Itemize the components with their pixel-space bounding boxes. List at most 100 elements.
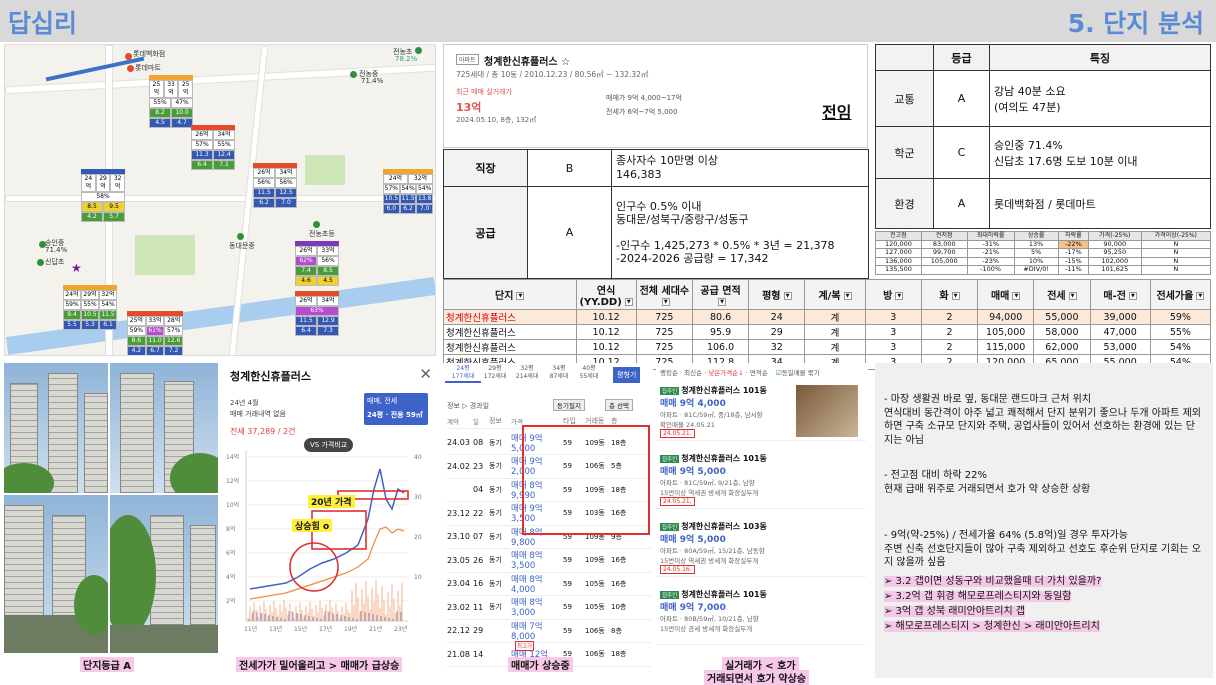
- map-label: 롯데마트: [135, 64, 161, 72]
- school-pin[interactable]: [37, 259, 44, 266]
- listing-card[interactable]: 집주인 청계한신휴플러스 101동 매매 9억 5,000 아파트 · 81C/59㎡…: [656, 451, 866, 509]
- sort-option[interactable]: 낮은가격순↓: [708, 369, 743, 377]
- table-row[interactable]: 청계한신휴플러스 10.12 725 80.6 24 계 3 2 94,000 55,000 39,…: [443, 309, 1212, 325]
- recent-price-label: 최근 매매 실거래가: [456, 88, 512, 96]
- compare-size-button[interactable]: 평형기: [613, 367, 641, 383]
- table-row[interactable]: 청계한신휴플러스 10.12 725 106.0 32 계 3 2 115,000 62,000 5…: [443, 339, 1212, 355]
- transaction-cell: 매매 8억 3,000: [511, 598, 543, 618]
- filter-dropdown-icon[interactable]: ▼: [895, 292, 904, 300]
- price-marker[interactable]: 26억 33억 62% 56% 7.4 8.5 4.6 4.5: [295, 241, 339, 286]
- transaction-row[interactable]: 23.05 26 동기 매매 8억 3,500 59 109동 16층: [447, 549, 651, 573]
- listing-tags: 확인매물 24.05.21: [660, 421, 715, 429]
- header-cell: 최대하락률: [966, 231, 1015, 241]
- transaction-row[interactable]: 22.12 29 매매 7억 8,000 59 106동 8층: [447, 619, 651, 643]
- listing-date: 24.05.16.: [660, 565, 695, 574]
- listing-thumbnail[interactable]: [796, 385, 858, 437]
- owner-tag: 집주인: [660, 523, 680, 531]
- filter-dropdown-icon[interactable]: ▼: [951, 292, 960, 300]
- caption-chart: 전세가가 밀어올리고 > 매매가 급상승: [236, 657, 403, 672]
- complex-info-card[interactable]: 아파트 청계한신휴플러스 ☆ 725세대 / 총 10동 / 2010.12.2…: [443, 44, 868, 148]
- school-pin[interactable]: [237, 233, 244, 240]
- x-tick-label: 11년: [244, 625, 257, 633]
- price-marker[interactable]: 24억 29억 32억 59% 55% 54% 9.4 10.5 11.5 5.5 5.3 6.…: [63, 285, 117, 330]
- x-tick-label: 13년: [269, 625, 282, 633]
- filter-dropdown-icon[interactable]: ▼: [783, 292, 792, 300]
- filter-dropdown-icon[interactable]: ▼: [843, 292, 852, 300]
- transaction-row[interactable]: 23.02 11 동기 매매 8억 3,000 59 105동 10층: [447, 596, 651, 620]
- star-icon: ★: [71, 261, 82, 275]
- chart-type-select[interactable]: 매매, 전세 24평 · 전용 59㎡: [364, 393, 428, 425]
- y-tick-label-right: 40: [414, 454, 422, 461]
- header-cell: 전체 세대수: [639, 285, 690, 297]
- filter-dropdown-icon[interactable]: ▼: [661, 297, 670, 306]
- complex-data-table: 단지 ▼ 연식(YY.DD) ▼ 전체 세대수▼ 공급 면적▼ 평형 ▼ 계/복 ▼ 방…: [443, 279, 1212, 370]
- chart-month: 24년 4월: [230, 399, 259, 407]
- price-marker[interactable]: 26억 34억 57% 55% 11.3 12.4 6.4 7.1: [191, 125, 235, 170]
- grade-table-left: 직장 B 종사자수 10만명 이상 146,383 공급 A 인구수 0.5% …: [443, 149, 869, 279]
- grade-cell: A: [933, 70, 990, 127]
- header-cell: 전세가율: [1156, 291, 1194, 302]
- tab-40[interactable]: 40평 55세대: [571, 365, 607, 381]
- sort-option[interactable]: 면적순: [750, 369, 768, 377]
- recent-price: 13억: [456, 101, 482, 114]
- park-area: [135, 235, 195, 275]
- max-price-badge: 최고가: [515, 640, 535, 651]
- tab-32[interactable]: 32평 214세대: [509, 365, 545, 381]
- filter-dropdown-icon[interactable]: ▼: [1196, 292, 1205, 300]
- transaction-cell: 23.05: [447, 555, 470, 565]
- transaction-cell: 8층: [611, 626, 622, 635]
- filter-dropdown-icon[interactable]: ▼: [1128, 292, 1137, 300]
- header-cell: 전세: [1047, 291, 1066, 302]
- filter-button[interactable]: 동기필지: [553, 399, 585, 411]
- sort-option[interactable]: 랭킹순: [660, 369, 678, 377]
- transaction-row[interactable]: 23.04 16 동기 매매 8억 4,000 59 105동 16층: [447, 572, 651, 596]
- area-map[interactable]: 롯데백화점 롯데마트 전농초 78.2% 전농중 71.4% 승인중 71.4%…: [4, 44, 436, 356]
- complex-title[interactable]: 청계한신휴플러스 ☆: [484, 53, 570, 68]
- transaction-cell: 16: [473, 579, 484, 588]
- transaction-cell: 동기: [489, 462, 502, 470]
- note-bullet: ➢ 3억 갭 성북 래미안아트리치 갭: [884, 606, 1026, 617]
- category-cell: 환경: [875, 178, 934, 229]
- tab-29[interactable]: 29평 172세대: [477, 365, 513, 381]
- table-row[interactable]: 청계한신휴플러스 10.12 725 95.9 29 계 3 2 105,000 58,000 47…: [443, 324, 1212, 340]
- caption-tx: 매매가 상승중: [508, 657, 573, 672]
- price-marker[interactable]: 25억 33억 28억 59% 61% 57% 8.6 11.0 12.6 4.2 6.7 7.…: [127, 311, 184, 355]
- map-pin[interactable]: [125, 53, 132, 60]
- sale-range: 매매가 9억 4,000~17억: [606, 94, 682, 102]
- school-pin[interactable]: [350, 71, 357, 78]
- table-header-row: 등급 특징: [875, 44, 1211, 71]
- school-pin[interactable]: [313, 221, 320, 228]
- school-pin[interactable]: [415, 47, 422, 54]
- filter-dropdown-icon[interactable]: ▼: [1012, 292, 1021, 300]
- filter-dropdown-icon[interactable]: ▼: [516, 292, 525, 300]
- price-marker[interactable]: 24억 29억 32억 58% 8.5 9.5 4.2 5.7: [81, 169, 126, 222]
- transaction-cell: 동기: [489, 509, 502, 517]
- price-marker[interactable]: 24억 32억 57% 54% 54% 10.5 11.5 13.8 6.0 6.2 7.0: [383, 169, 434, 214]
- sort-option[interactable]: 최신순: [684, 369, 702, 377]
- desc-cell: 승인중 71.4% 신답초 17.6명 도보 10분 이내: [989, 126, 1211, 179]
- rent-line: [249, 526, 405, 600]
- listing-card[interactable]: 집주인 청계한신휴플러스 103동 매매 9억 5,000 아파트 · 80A/59㎡…: [656, 519, 866, 577]
- filter-button[interactable]: 층 선택: [605, 399, 634, 411]
- note-paragraph: - 전고점 대비 하락 22% 현재 급매 위주로 거래되면서 호가 약 상승한…: [884, 470, 1091, 495]
- filter-dropdown-icon[interactable]: ▼: [624, 297, 633, 306]
- listing-desc: 아파트 · 80A/59㎡, 15/21층, 남동향: [660, 547, 765, 555]
- map-label: 71.4%: [361, 77, 384, 85]
- transaction-cell: 매매 7억 8,000: [511, 621, 543, 642]
- price-marker[interactable]: 26억 34억 63% 11.5 12.9 6.4 7.3: [295, 291, 339, 336]
- filter-dropdown-icon[interactable]: ▼: [1068, 292, 1077, 300]
- transaction-cell: 23: [473, 461, 484, 471]
- header-cell: 전저점: [920, 231, 968, 241]
- filter-label[interactable]: 정보 ▷ 경과일: [447, 401, 489, 411]
- listing-card[interactable]: 집주인 청계한신휴플러스 101동 매매 9억 7,000 아파트 · 80B/59㎡…: [656, 587, 866, 645]
- annotation-20-price: 20년 가격: [308, 495, 355, 508]
- map-pin[interactable]: [127, 65, 134, 72]
- filter-dropdown-icon[interactable]: ▼: [718, 297, 727, 306]
- close-icon[interactable]: ✕: [419, 365, 432, 383]
- price-marker[interactable]: 26억 34억 56% 56% 11.5 12.5 6.2 7.0: [253, 163, 297, 208]
- tab-24[interactable]: 24평 177세대: [445, 365, 481, 383]
- price-chart-panel[interactable]: 청계한신휴플러스 ✕ 24년 4월 매매 거래내역 없음 전세 37,289 /…: [222, 363, 436, 656]
- price-marker[interactable]: 25억 33억 25억 55% 47% 8.2 10.0 4.5 4.7: [149, 75, 194, 128]
- listing-panel[interactable]: 랭킹순 · 최신순 · 낮은가격순↓ · 면적순 ☑동일매물 묶기 집주인 청계한…: [656, 363, 868, 656]
- header-cell: 화: [939, 291, 949, 302]
